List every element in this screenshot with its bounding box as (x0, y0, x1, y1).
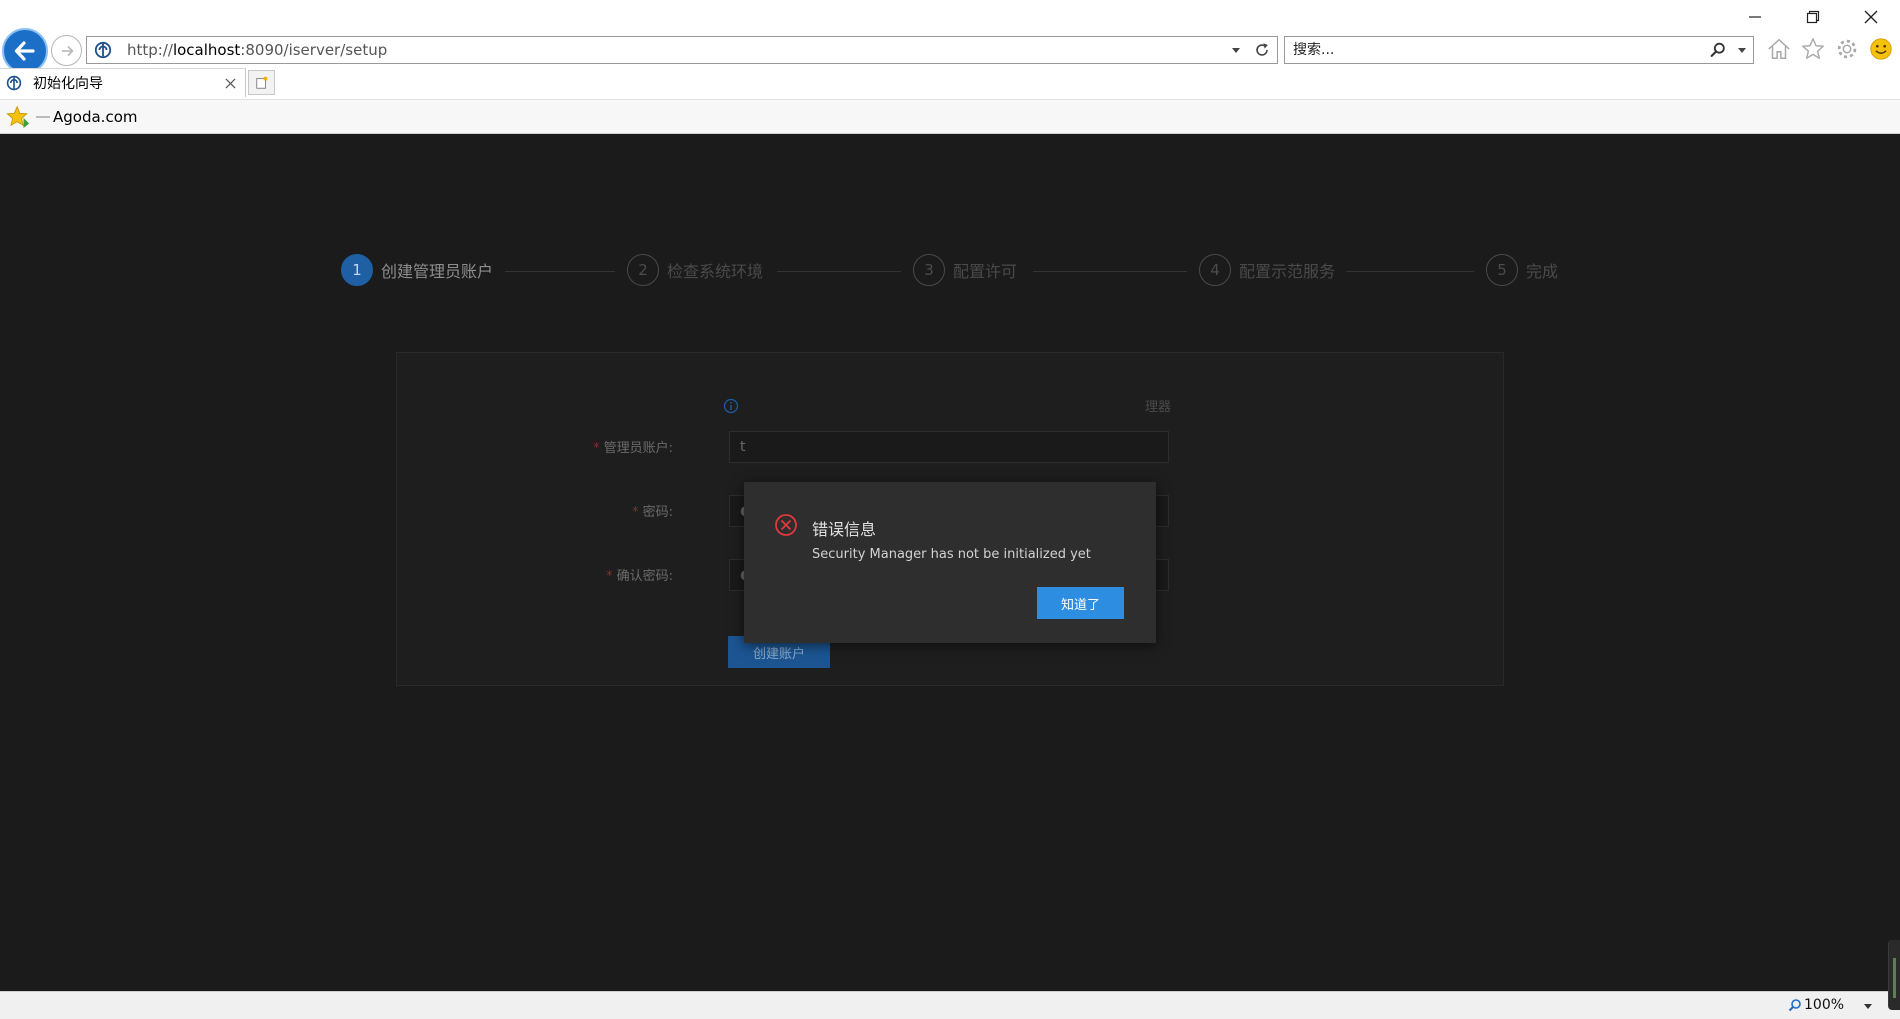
required-mark: * (593, 441, 600, 456)
wizard-steps: 1 创建管理员账户 2 检查系统环境 3 配置许可 4 配置示范服务 5 完成 (0, 253, 1900, 287)
favorites-star-icon (6, 105, 30, 128)
step-label: 配置示范服务 (1239, 262, 1336, 281)
new-tab-icon (255, 76, 267, 89)
step-label: 完成 (1526, 262, 1559, 281)
error-icon (775, 514, 797, 536)
step-3: 3 配置许可 (913, 253, 1017, 287)
new-tab-button[interactable] (248, 70, 275, 95)
forward-button[interactable] (51, 35, 82, 66)
search-box[interactable] (1284, 36, 1754, 64)
step-1: 1 创建管理员账户 (341, 253, 493, 287)
close-window-button[interactable] (1842, 0, 1900, 34)
required-mark: * (606, 569, 613, 584)
error-dialog: 错误信息 Security Manager has not be initial… (744, 482, 1156, 643)
acknowledge-button[interactable]: 知道了 (1037, 587, 1124, 619)
url-path: :8090/iserver/setup (240, 41, 388, 59)
home-button[interactable] (1765, 34, 1793, 64)
minimize-button[interactable] (1726, 0, 1784, 34)
link-icon (35, 112, 51, 122)
url-text[interactable]: http://localhost:8090/iserver/setup (127, 41, 1225, 59)
step-number: 1 (341, 254, 373, 286)
caret-down-icon (1864, 1004, 1872, 1009)
arrow-right-icon (61, 45, 74, 56)
step-connector (505, 271, 615, 272)
step-4: 4 配置示范服务 (1199, 253, 1335, 287)
admin-account-input[interactable] (729, 431, 1169, 463)
close-icon (1864, 10, 1878, 24)
search-button[interactable] (1705, 37, 1731, 63)
arrow-left-icon (14, 41, 35, 61)
tools-button[interactable] (1833, 34, 1861, 64)
tab-setup-wizard[interactable]: 初始化向导 (0, 68, 246, 97)
password-label: * 密码: (632, 501, 673, 520)
favorite-link-agoda[interactable]: Agoda.com (35, 108, 137, 126)
gear-icon (1837, 39, 1857, 59)
search-dropdown-button[interactable] (1731, 37, 1753, 63)
close-icon (224, 77, 236, 89)
step-2: 2 检查系统环境 (627, 253, 763, 287)
favorites-bar: Agoda.com (0, 99, 1900, 134)
restore-icon (1806, 10, 1820, 24)
password-label-text: 密码: (642, 505, 673, 520)
smiley-icon (1870, 38, 1892, 60)
tab-title: 初始化向导 (33, 76, 103, 92)
step-label: 配置许可 (953, 262, 1018, 281)
step-connector (777, 271, 901, 272)
zoom-control[interactable]: 100% (1788, 997, 1844, 1013)
step-connector (1346, 271, 1474, 272)
refresh-button[interactable] (1247, 37, 1277, 63)
admin-account-label-text: 管理员账户: (603, 441, 673, 456)
side-panel-grip[interactable] (1888, 940, 1900, 1010)
window-controls (1726, 0, 1900, 34)
refresh-icon (1256, 43, 1268, 56)
site-favicon-icon (93, 40, 113, 60)
favorite-link-label: Agoda.com (53, 107, 138, 126)
add-favorite-button[interactable] (5, 104, 31, 130)
step-label: 检查系统环境 (667, 262, 764, 281)
zoom-dropdown-button[interactable] (1860, 998, 1876, 1014)
step-5: 5 完成 (1486, 253, 1558, 287)
dialog-title: 错误信息 (812, 520, 877, 539)
favorites-button[interactable] (1799, 34, 1827, 64)
form-hint-text: 理器 (1145, 400, 1172, 415)
required-mark: * (632, 505, 639, 520)
step-number: 2 (627, 254, 659, 286)
confirm-password-label-text: 确认密码: (616, 569, 673, 584)
site-favicon-icon (5, 74, 23, 92)
step-label: 创建管理员账户 (381, 262, 494, 281)
browser-chrome: http://localhost:8090/iserver/setup 搜索..… (0, 0, 1900, 134)
page-content: 1 创建管理员账户 2 检查系统环境 3 配置许可 4 配置示范服务 5 完成 … (0, 134, 1900, 991)
caret-down-icon (1232, 48, 1240, 53)
dialog-message: Security Manager has not be initialized … (812, 547, 1091, 562)
restore-button[interactable] (1784, 0, 1842, 34)
step-connector (1033, 271, 1187, 272)
browser-toolbar (1765, 34, 1895, 64)
info-icon (723, 398, 739, 414)
step-number: 4 (1199, 254, 1231, 286)
url-host: localhost (172, 41, 241, 59)
minimize-icon (1749, 16, 1761, 18)
caret-down-icon (1738, 48, 1746, 53)
address-bar[interactable]: http://localhost:8090/iserver/setup (86, 36, 1278, 64)
feedback-button[interactable] (1867, 34, 1895, 64)
admin-account-label: * 管理员账户: (593, 437, 673, 456)
home-icon (1768, 38, 1790, 60)
zoom-level: 100% (1804, 997, 1845, 1013)
search-icon (1710, 42, 1725, 57)
close-tab-button[interactable] (219, 72, 241, 94)
search-input[interactable] (1285, 38, 1705, 62)
zoom-icon (1788, 999, 1801, 1012)
admin-account-row: * 管理员账户: (397, 431, 1505, 463)
address-dropdown-button[interactable] (1225, 37, 1247, 63)
star-icon (1802, 38, 1824, 59)
confirm-password-label: * 确认密码: (606, 565, 673, 584)
url-prefix: http:// (127, 41, 173, 59)
step-number: 3 (913, 254, 945, 286)
tab-bar: 初始化向导 (0, 68, 1900, 97)
step-number: 5 (1486, 254, 1518, 286)
status-bar: 100% (0, 991, 1900, 1019)
